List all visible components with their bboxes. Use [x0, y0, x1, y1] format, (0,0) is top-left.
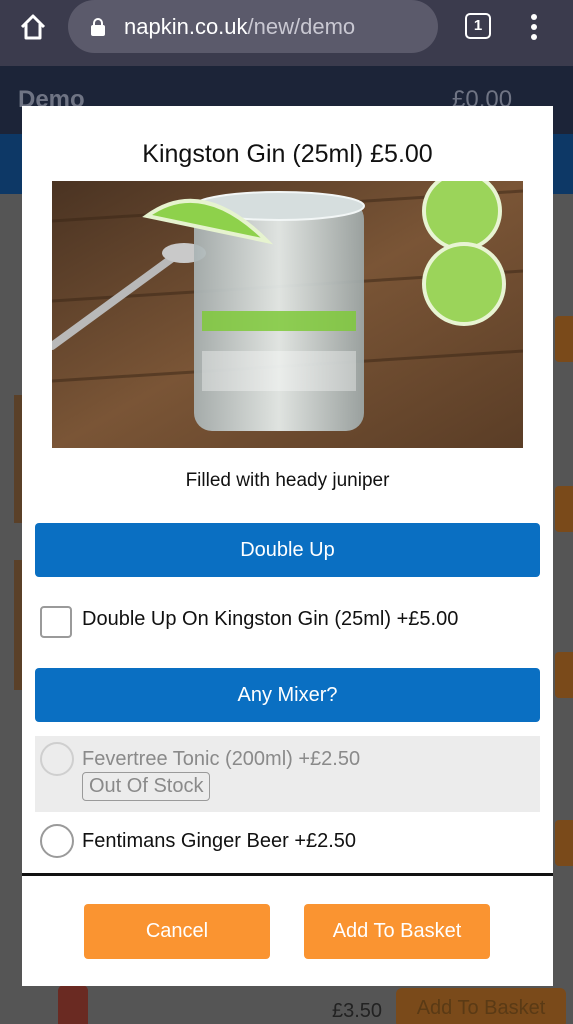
product-image — [52, 181, 523, 448]
mixer-option-fentimans[interactable]: Fentimans Ginger Beer +£2.50 — [35, 818, 540, 866]
bg-product-thumb — [14, 395, 22, 523]
product-description: Filled with heady juniper — [185, 470, 390, 491]
double-up-checkbox[interactable] — [40, 606, 72, 638]
add-to-basket-button[interactable]: Add To Basket — [304, 904, 490, 959]
out-of-stock-badge: Out Of Stock — [82, 772, 211, 801]
bg-price: £3.50 — [332, 1000, 383, 1022]
more-options-icon[interactable] — [527, 12, 541, 42]
tabs-button[interactable]: 1 — [465, 13, 491, 39]
fevertree-option-label: Fevertree Tonic (200ml) +£2.50 — [82, 748, 361, 770]
bg-button — [555, 486, 573, 532]
cancel-button[interactable]: Cancel — [84, 904, 270, 959]
fentimans-option-label: Fentimans Ginger Beer +£2.50 — [82, 830, 357, 852]
browser-toolbar: napkin.co.uk/new/demo 1 — [0, 0, 573, 66]
double-up-option[interactable]: Double Up On Kingston Gin (25ml) +£5.00 — [35, 596, 540, 644]
home-icon[interactable] — [18, 12, 48, 42]
url-path: /new/demo — [247, 14, 356, 39]
product-options-modal: Kingston Gin (25ml) £5.00 Filled with he… — [22, 106, 553, 986]
fevertree-radio — [40, 742, 74, 776]
bg-product-thumb — [14, 560, 22, 690]
address-bar[interactable]: napkin.co.uk/new/demo — [68, 0, 438, 53]
bg-button — [555, 652, 573, 698]
fentimans-radio[interactable] — [40, 824, 74, 858]
bg-add-button: Add To Basket — [396, 988, 566, 1024]
bg-product-thumb — [58, 985, 88, 1024]
url-host: napkin.co.uk — [124, 14, 248, 39]
double-up-option-label: Double Up On Kingston Gin (25ml) +£5.00 — [82, 608, 459, 630]
mixer-option-fevertree: Fevertree Tonic (200ml) +£2.50 Out Of St… — [35, 736, 540, 812]
footer-divider — [22, 873, 553, 876]
lock-icon — [91, 18, 105, 36]
mixer-header: Any Mixer? — [35, 668, 540, 722]
double-up-header: Double Up — [35, 523, 540, 577]
bg-button — [555, 820, 573, 866]
url-text: napkin.co.uk/new/demo — [124, 14, 355, 40]
bg-button — [555, 316, 573, 362]
modal-title: Kingston Gin (25ml) £5.00 — [142, 140, 433, 168]
